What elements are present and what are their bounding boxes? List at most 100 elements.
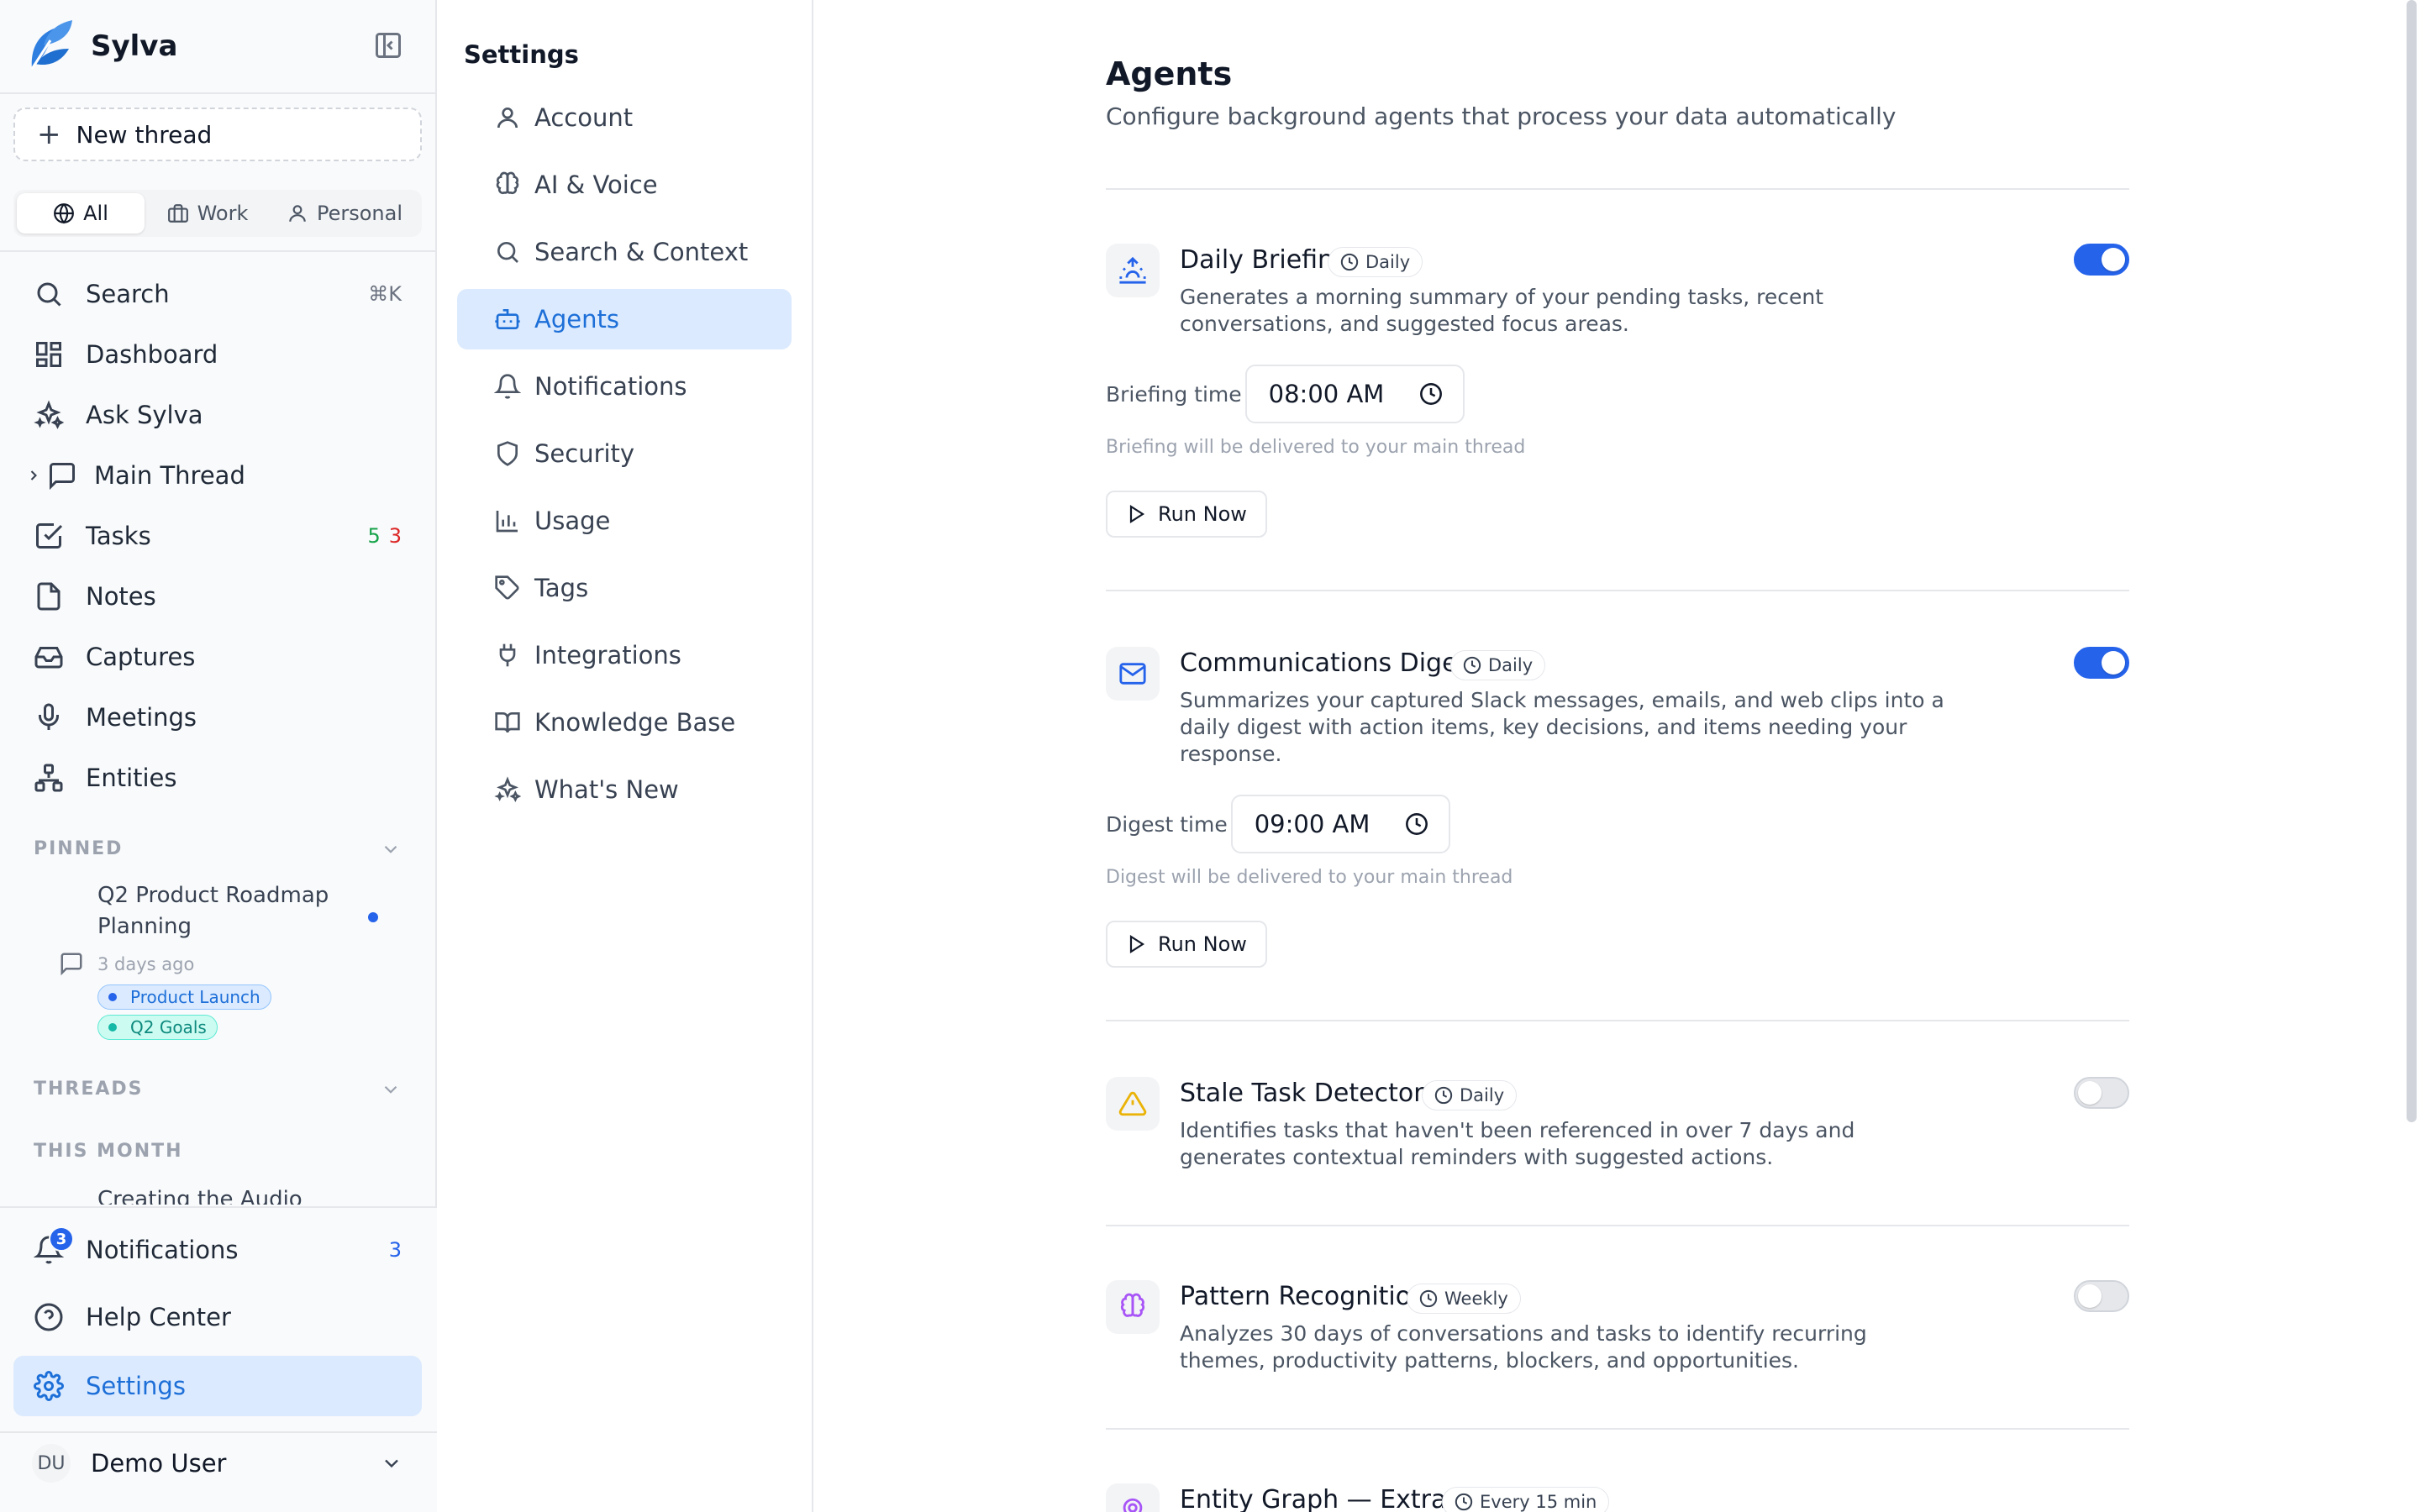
user-name: Demo User — [91, 1449, 227, 1478]
tasks-count-overdue: 3 — [388, 524, 402, 548]
chevron-down-icon[interactable] — [380, 838, 402, 860]
run-now-button[interactable]: Run Now — [1106, 491, 1267, 538]
agent-communications-digest: Communications Digest Daily Summarizes y… — [1106, 647, 2129, 968]
time-label: Digest time — [1106, 811, 1228, 837]
chevron-down-icon[interactable] — [380, 1452, 403, 1475]
tag-chip[interactable]: Q2 Goals — [97, 1015, 218, 1040]
frequency-badge: Daily — [1328, 247, 1423, 277]
settings-nav-integrations[interactable]: Integrations — [457, 625, 792, 685]
digest-time-row: Digest time 09:00 AM — [1106, 795, 1451, 853]
check-square-icon — [36, 523, 63, 549]
settings-nav-whats-new[interactable]: What's New — [457, 759, 792, 820]
sparkles-icon — [34, 400, 64, 429]
settings-nav-tags[interactable]: Tags — [457, 558, 792, 618]
gear-icon — [34, 1371, 64, 1401]
settings-nav-security[interactable]: Security — [457, 423, 792, 484]
tag-icon — [495, 575, 519, 600]
nav-captures[interactable]: Captures — [13, 630, 422, 684]
scope-tab-work[interactable]: Work — [145, 193, 271, 234]
chevron-right-icon[interactable] — [25, 467, 42, 484]
nav-meetings[interactable]: Meetings — [13, 690, 422, 744]
briefing-time-row: Briefing time 08:00 AM — [1106, 365, 1465, 423]
digest-time-input[interactable]: 09:00 AM — [1230, 795, 1451, 853]
delivery-hint: Briefing will be delivered to your main … — [1106, 437, 1526, 458]
agent-enabled-toggle[interactable] — [2074, 244, 2129, 276]
message-square-icon — [50, 463, 75, 491]
this-month-label: THIS MONTH — [34, 1141, 183, 1162]
agent-enabled-toggle[interactable] — [2074, 1077, 2129, 1109]
bot-icon — [495, 309, 520, 329]
clock-icon[interactable] — [1419, 382, 1443, 406]
scope-tab-personal[interactable]: Personal — [271, 193, 418, 234]
user-menu[interactable]: DU Demo User — [13, 1436, 422, 1490]
settings-nav-ai-voice[interactable]: AI & Voice — [457, 155, 792, 215]
page-subtitle: Configure background agents that process… — [1106, 102, 1897, 130]
settings-nav-knowledge-base[interactable]: Knowledge Base — [457, 692, 792, 753]
scrollbar-thumb[interactable] — [2407, 0, 2417, 1122]
agent-name: Stale Task Detector — [1180, 1079, 1424, 1108]
scope-tab-all[interactable]: All — [17, 193, 145, 234]
collapse-sidebar-icon[interactable] — [373, 30, 403, 60]
nav-dashboard[interactable]: Dashboard — [13, 328, 422, 381]
pinned-thread-title: Q2 Product Roadmap Planning — [97, 883, 329, 939]
settings-nav-agents[interactable]: Agents — [457, 289, 792, 349]
nav-search[interactable]: Search ⌘K — [13, 267, 422, 321]
settings-title: Settings — [464, 40, 579, 69]
nav-notifications[interactable]: Notifications 3 — [13, 1223, 422, 1277]
settings-nav: Settings Account AI & Voice Search & Con… — [437, 0, 813, 1512]
pinned-thread-time: 3 days ago — [97, 954, 195, 974]
play-icon — [1129, 934, 1145, 954]
agents-settings-panel: Agents Configure background agents that … — [815, 0, 2420, 1512]
sunrise-icon — [1119, 256, 1146, 284]
nav-entities[interactable]: Entities — [13, 751, 422, 805]
inbox-icon — [34, 647, 63, 669]
settings-nav-account[interactable]: Account — [457, 87, 792, 148]
briefing-time-input[interactable]: 08:00 AM — [1244, 365, 1465, 423]
page-title: Agents — [1106, 55, 1233, 92]
nav-main-thread[interactable]: Main Thread — [13, 449, 422, 502]
nav-notes[interactable]: Notes — [13, 570, 422, 623]
plus-icon: + — [37, 118, 61, 151]
globe-icon — [54, 203, 75, 224]
agent-name: Communications Digest — [1180, 648, 1481, 678]
new-thread-button[interactable]: + New thread — [13, 108, 422, 161]
clock-icon[interactable] — [1405, 812, 1428, 836]
clock-icon — [1419, 1289, 1438, 1308]
agent-enabled-toggle[interactable] — [2074, 1280, 2129, 1312]
search-shortcut: ⌘K — [368, 282, 402, 306]
delivery-hint: Digest will be delivered to your main th… — [1106, 867, 1513, 888]
clock-icon — [1455, 1493, 1473, 1511]
nav-ask-sylva[interactable]: Ask Sylva — [13, 388, 422, 442]
nav-help-center[interactable]: Help Center — [13, 1290, 422, 1344]
tag-dot — [108, 993, 117, 1001]
settings-nav-notifications[interactable]: Notifications — [457, 356, 792, 417]
nav-settings[interactable]: Settings — [13, 1356, 422, 1416]
thread-list-item[interactable]: Creating the Audio — [97, 1183, 302, 1205]
agent-icon-box — [1106, 1280, 1160, 1334]
mail-icon — [1119, 663, 1146, 685]
run-now-button[interactable]: Run Now — [1106, 921, 1267, 968]
settings-nav-search-context[interactable]: Search & Context — [457, 222, 792, 282]
nav-tasks[interactable]: Tasks 53 — [13, 509, 422, 563]
divider — [0, 1206, 437, 1208]
pinned-thread-card[interactable]: Q2 Product Roadmap Planning 3 days ago P… — [50, 880, 420, 1048]
help-circle-icon — [34, 1303, 63, 1331]
agent-enabled-toggle[interactable] — [2074, 647, 2129, 679]
tag-chip[interactable]: Product Launch — [97, 984, 271, 1010]
search-icon — [497, 242, 518, 263]
sylva-leaf-logo-icon — [30, 20, 72, 70]
chevron-down-icon[interactable] — [380, 1079, 402, 1100]
brand[interactable]: Sylva — [25, 17, 177, 76]
agent-icon-box — [1106, 647, 1160, 701]
play-icon — [1129, 504, 1145, 524]
clock-icon — [1434, 1086, 1453, 1105]
file-icon — [37, 582, 60, 611]
new-thread-label: New thread — [76, 120, 213, 149]
settings-nav-usage[interactable]: Usage — [457, 491, 792, 551]
divider — [1106, 1020, 2129, 1021]
unread-dot — [368, 912, 378, 922]
toggle-knob — [2102, 651, 2125, 675]
agent-pattern-recognition: Pattern Recognition Weekly Analyzes 30 d… — [1106, 1280, 2129, 1389]
divider — [0, 250, 437, 252]
divider — [1106, 1428, 2129, 1430]
